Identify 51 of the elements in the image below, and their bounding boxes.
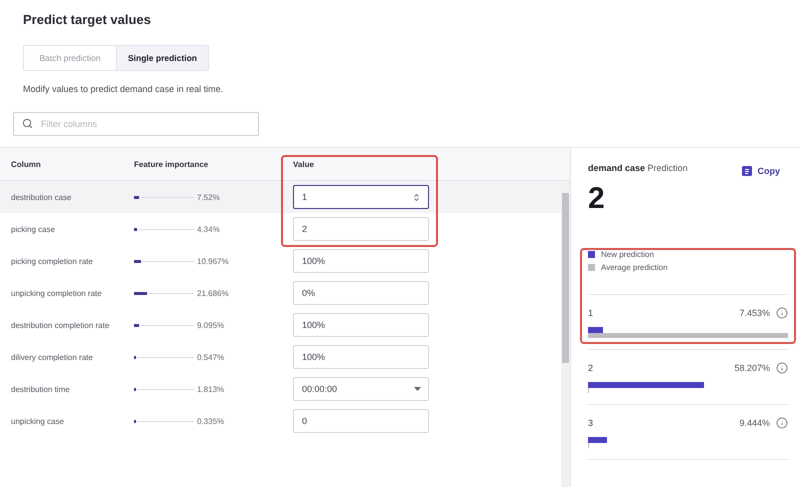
column-name: destribution completion rate xyxy=(11,320,110,330)
copy-button[interactable]: Copy xyxy=(742,166,788,176)
class-label: 1 xyxy=(588,308,594,318)
search-icon xyxy=(22,118,33,129)
class-probability: 58.207% xyxy=(734,363,770,373)
class-label: 3 xyxy=(588,418,594,428)
spinner-icon[interactable] xyxy=(412,192,421,202)
info-icon[interactable] xyxy=(776,362,788,374)
value-input[interactable]: 0% xyxy=(293,281,429,305)
info-icon[interactable] xyxy=(776,417,788,429)
prediction-value: 2 xyxy=(588,182,605,216)
value-input[interactable]: 2 xyxy=(293,217,429,241)
search-field[interactable]: Filter columns xyxy=(13,112,259,136)
importance-value: 4.34% xyxy=(197,224,220,234)
legend-label: Average prediction xyxy=(601,263,668,272)
dropdown-caret-icon xyxy=(414,387,421,391)
column-header: Column xyxy=(11,160,42,168)
column-name: dilivery completion rate xyxy=(11,352,94,362)
prediction-title: demand case Prediction xyxy=(588,163,688,173)
value-input[interactable]: 100% xyxy=(293,313,429,337)
importance-value: 10.967% xyxy=(197,256,229,266)
scrollbar[interactable] xyxy=(561,181,570,487)
prediction-tab[interactable]: Single prediction xyxy=(116,46,208,70)
legend-label: New prediction xyxy=(601,250,654,259)
class-probability: 7.453% xyxy=(739,308,770,318)
importance-value: 0.547% xyxy=(197,352,224,362)
value-input[interactable]: 100% xyxy=(293,345,429,369)
column-name: picking case xyxy=(11,224,56,234)
column-name: unpicking completion rate xyxy=(11,288,103,298)
description-text: Modify values to predict demand case in real time. xyxy=(23,84,224,94)
importance-value: 0.335% xyxy=(197,416,224,426)
column-name: destribution time xyxy=(11,384,71,394)
column-header: Feature importance xyxy=(134,160,210,168)
page-title: Predict target values xyxy=(23,12,152,27)
column-header: Value xyxy=(293,160,315,168)
column-name: destribution case xyxy=(11,192,72,202)
info-icon[interactable] xyxy=(776,307,788,319)
column-name: picking completion rate xyxy=(11,256,94,266)
importance-value: 7.52% xyxy=(197,192,220,202)
copy-icon xyxy=(742,166,752,176)
importance-value: 21.686% xyxy=(197,288,229,298)
class-label: 2 xyxy=(588,363,594,373)
importance-value: 9.095% xyxy=(197,320,224,330)
value-input[interactable]: 100% xyxy=(293,249,429,273)
time-dropdown[interactable]: 00:00:00 xyxy=(293,377,429,401)
importance-value: 1.813% xyxy=(197,384,224,394)
table-row[interactable]: destribution case 7.52% 1 xyxy=(0,181,561,213)
column-name: unpicking case xyxy=(11,416,65,426)
value-input[interactable]: 0 xyxy=(293,409,429,433)
class-probability: 9.444% xyxy=(739,418,770,428)
number-input[interactable]: 1 xyxy=(293,185,429,209)
